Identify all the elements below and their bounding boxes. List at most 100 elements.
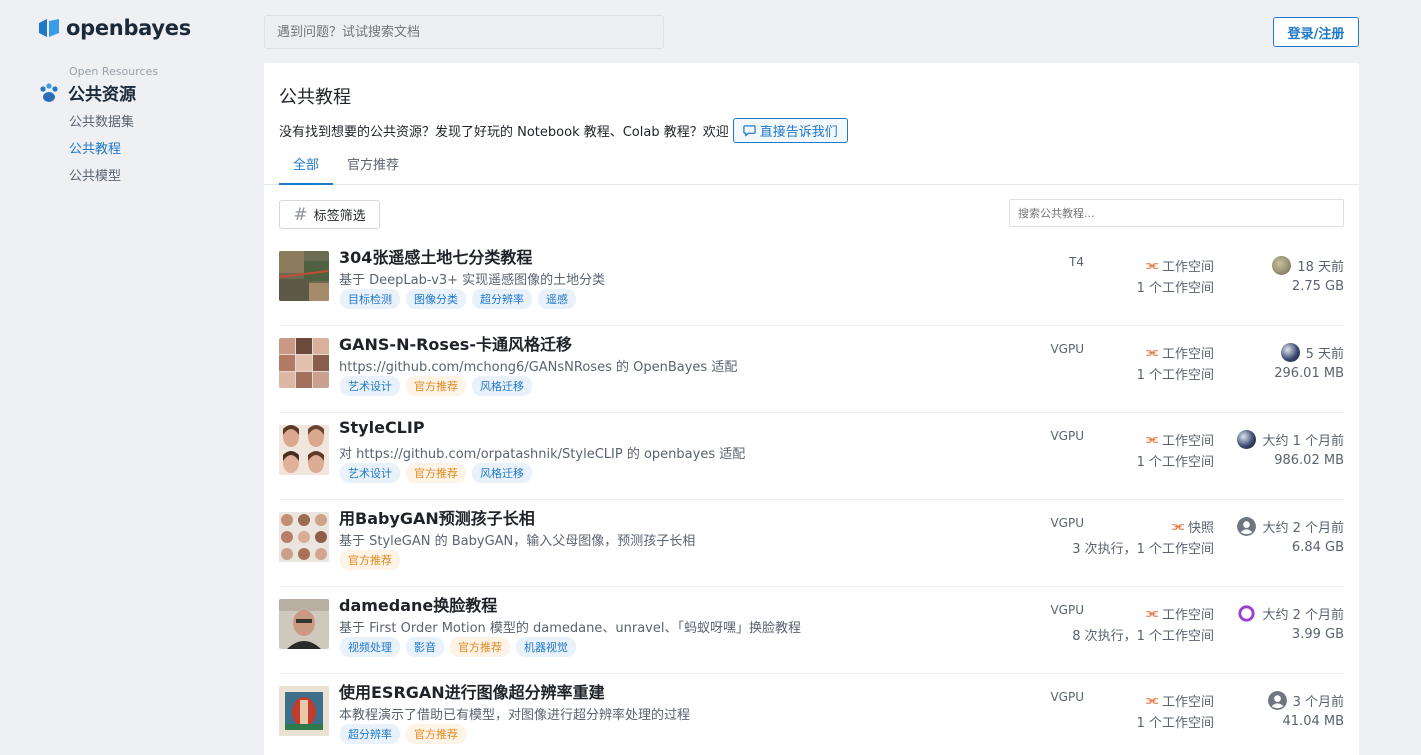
tutorial-row[interactable]: 用BabyGAN预测孩子长相 基于 StyleGAN 的 BabyGAN，输入父… — [279, 500, 1344, 587]
tutorial-title[interactable]: 用BabyGAN预测孩子长相 — [339, 505, 535, 529]
file-size: 3.99 GB — [1291, 627, 1344, 642]
tell-us-button[interactable]: 直接告诉我们 — [732, 118, 848, 143]
tutorial-row[interactable]: StyleCLIP 对 https://github.com/orpatashn… — [279, 413, 1344, 500]
tag-filter-label: 标签筛选 — [313, 209, 366, 224]
workspace-count: 3 次执行，1 个工作空间 — [1072, 542, 1214, 557]
file-size: 296.01 MB — [1274, 366, 1344, 381]
tag[interactable]: 影音 — [406, 637, 444, 657]
updated-time: 18 天前 — [1297, 260, 1344, 275]
tag-list: 艺术设计 官方推荐 风格迁移 — [340, 463, 532, 483]
workspace-icon: ⫘ — [1146, 432, 1158, 447]
tag[interactable]: 官方推荐 — [406, 376, 466, 396]
tab-all[interactable]: 全部 — [279, 155, 334, 185]
tag[interactable]: 风格迁移 — [472, 463, 532, 483]
avatar — [1280, 343, 1300, 362]
page-title: 公共教程 — [279, 87, 351, 108]
doc-search-input[interactable] — [264, 15, 664, 49]
tag[interactable]: 官方推荐 — [406, 463, 466, 483]
tutorial-thumbnail — [279, 686, 329, 736]
logo[interactable]: openbayes — [38, 16, 191, 40]
tutorial-title[interactable]: StyleCLIP — [339, 418, 425, 437]
tutorial-thumbnail — [279, 338, 329, 388]
sidebar-item-models[interactable]: 公共模型 — [69, 165, 121, 184]
openbayes-logo-icon — [39, 19, 59, 37]
super-resolution-image-icon — [279, 686, 329, 736]
chat-bubble-icon — [743, 125, 756, 137]
tutorial-search-input[interactable] — [1009, 199, 1344, 227]
meta-info: 5 天前 296.01 MB — [1199, 342, 1344, 384]
tag[interactable]: 官方推荐 — [406, 724, 466, 744]
tutorial-row[interactable]: damedane换脸教程 基于 First Order Motion 模型的 d… — [279, 587, 1344, 674]
tag-list: 艺术设计 官方推荐 风格迁移 — [340, 376, 532, 396]
brand-name: openbayes — [66, 16, 191, 40]
tutorial-row[interactable]: 304张遥感土地七分类教程 基于 DeepLab-v3+ 实现遥感图像的土地分类… — [279, 239, 1344, 326]
tutorial-description: https://github.com/mchong6/GANsNRoses 的 … — [339, 360, 738, 375]
sidebar-header: 公共资源 — [38, 80, 136, 105]
sidebar-subtitle: Open Resources — [69, 65, 159, 78]
sidebar-item-tutorials[interactable]: 公共教程 — [69, 138, 121, 157]
updated-time: 大约 1 个月前 — [1262, 434, 1344, 449]
workspace-info: ⫘ 工作空间 1 个工作空间 — [1059, 342, 1214, 384]
tutorial-description: 本教程演示了借助已有模型，对图像进行超分辨率处理的过程 — [339, 708, 691, 723]
sidebar-title: 公共资源 — [68, 85, 136, 105]
tutorial-description: 基于 First Order Motion 模型的 damedane、unrav… — [339, 621, 801, 636]
file-size: 6.84 GB — [1291, 540, 1344, 555]
workspace-info: ⫘ 快照 3 次执行，1 个工作空间 — [1059, 516, 1214, 558]
tag[interactable]: 视频处理 — [340, 637, 400, 657]
tutorial-description: 基于 DeepLab-v3+ 实现遥感图像的土地分类 — [339, 273, 606, 288]
meta-info: 18 天前 2.75 GB — [1199, 255, 1344, 297]
hash-icon: # — [293, 204, 308, 225]
login-register-button[interactable]: 登录/注册 — [1273, 17, 1359, 47]
cartoon-faces-image-icon — [279, 338, 329, 388]
tell-us-label: 直接告诉我们 — [759, 125, 838, 140]
tutorial-description: 基于 StyleGAN 的 BabyGAN，输入父母图像，预测孩子长相 — [339, 534, 696, 549]
updated-time: 5 天前 — [1305, 347, 1344, 362]
tutorial-description: 对 https://github.com/orpatashnik/StyleCL… — [339, 447, 746, 462]
user-avatar-icon — [1237, 517, 1257, 536]
tag[interactable]: 艺术设计 — [340, 376, 400, 396]
meta-info: 大约 2 个月前 6.84 GB — [1199, 516, 1344, 558]
tag-filter-button[interactable]: # 标签筛选 — [279, 200, 380, 229]
tutorial-row[interactable]: GANS-N-Roses-卡通风格迁移 https://github.com/m… — [279, 326, 1344, 413]
file-size: 2.75 GB — [1291, 279, 1344, 294]
tag-list: 超分辨率 官方推荐 — [340, 724, 466, 744]
tutorial-title[interactable]: 304张遥感土地七分类教程 — [339, 244, 532, 268]
workspace-count: 8 次执行，1 个工作空间 — [1072, 629, 1214, 644]
tag[interactable]: 图像分类 — [406, 289, 466, 309]
tag[interactable]: 官方推荐 — [340, 550, 400, 570]
tutorial-thumbnail — [279, 251, 329, 301]
updated-time: 大约 2 个月前 — [1262, 608, 1344, 623]
tag[interactable]: 遥感 — [538, 289, 576, 309]
workspace-icon: ⫘ — [1146, 606, 1158, 621]
description-text: 没有找到想要的公共资源？发现了好玩的 Notebook 教程、Colab 教程？… — [279, 125, 729, 140]
tag[interactable]: 艺术设计 — [340, 463, 400, 483]
tutorial-row[interactable]: 使用ESRGAN进行图像超分辨率重建 本教程演示了借助已有模型，对图像进行超分辨… — [279, 674, 1344, 755]
avatar — [1237, 430, 1257, 449]
workspace-icon: ⫘ — [1146, 693, 1158, 708]
tag[interactable]: 超分辨率 — [472, 289, 532, 309]
tag[interactable]: 机器视觉 — [516, 637, 576, 657]
paw-icon — [40, 82, 58, 102]
avatar — [1272, 256, 1292, 275]
sidebar-item-datasets[interactable]: 公共数据集 — [69, 111, 134, 130]
tag[interactable]: 风格迁移 — [472, 376, 532, 396]
main-panel: 公共教程 没有找到想要的公共资源？发现了好玩的 Notebook 教程、Cola… — [264, 63, 1359, 755]
tutorial-thumbnail — [279, 599, 329, 649]
tab-official[interactable]: 官方推荐 — [333, 155, 413, 185]
tutorial-thumbnail — [279, 512, 329, 562]
ring-avatar-icon — [1238, 605, 1256, 622]
family-faces-image-icon — [279, 512, 329, 562]
workspace-info: ⫘ 工作空间 1 个工作空间 — [1059, 429, 1214, 471]
user-avatar-icon — [1267, 691, 1287, 710]
workspace-icon: ⫘ — [1146, 345, 1158, 360]
tag-list: 官方推荐 — [340, 550, 400, 570]
tag[interactable]: 目标检测 — [340, 289, 400, 309]
tag[interactable]: 超分辨率 — [340, 724, 400, 744]
portrait-grid-image-icon — [279, 425, 329, 475]
tag[interactable]: 官方推荐 — [450, 637, 510, 657]
tutorial-title[interactable]: damedane换脸教程 — [339, 592, 497, 616]
meta-info: 3 个月前 41.04 MB — [1199, 690, 1344, 732]
file-size: 986.02 MB — [1274, 453, 1344, 468]
tutorial-title[interactable]: GANS-N-Roses-卡通风格迁移 — [339, 331, 572, 355]
tutorial-title[interactable]: 使用ESRGAN进行图像超分辨率重建 — [339, 679, 605, 703]
